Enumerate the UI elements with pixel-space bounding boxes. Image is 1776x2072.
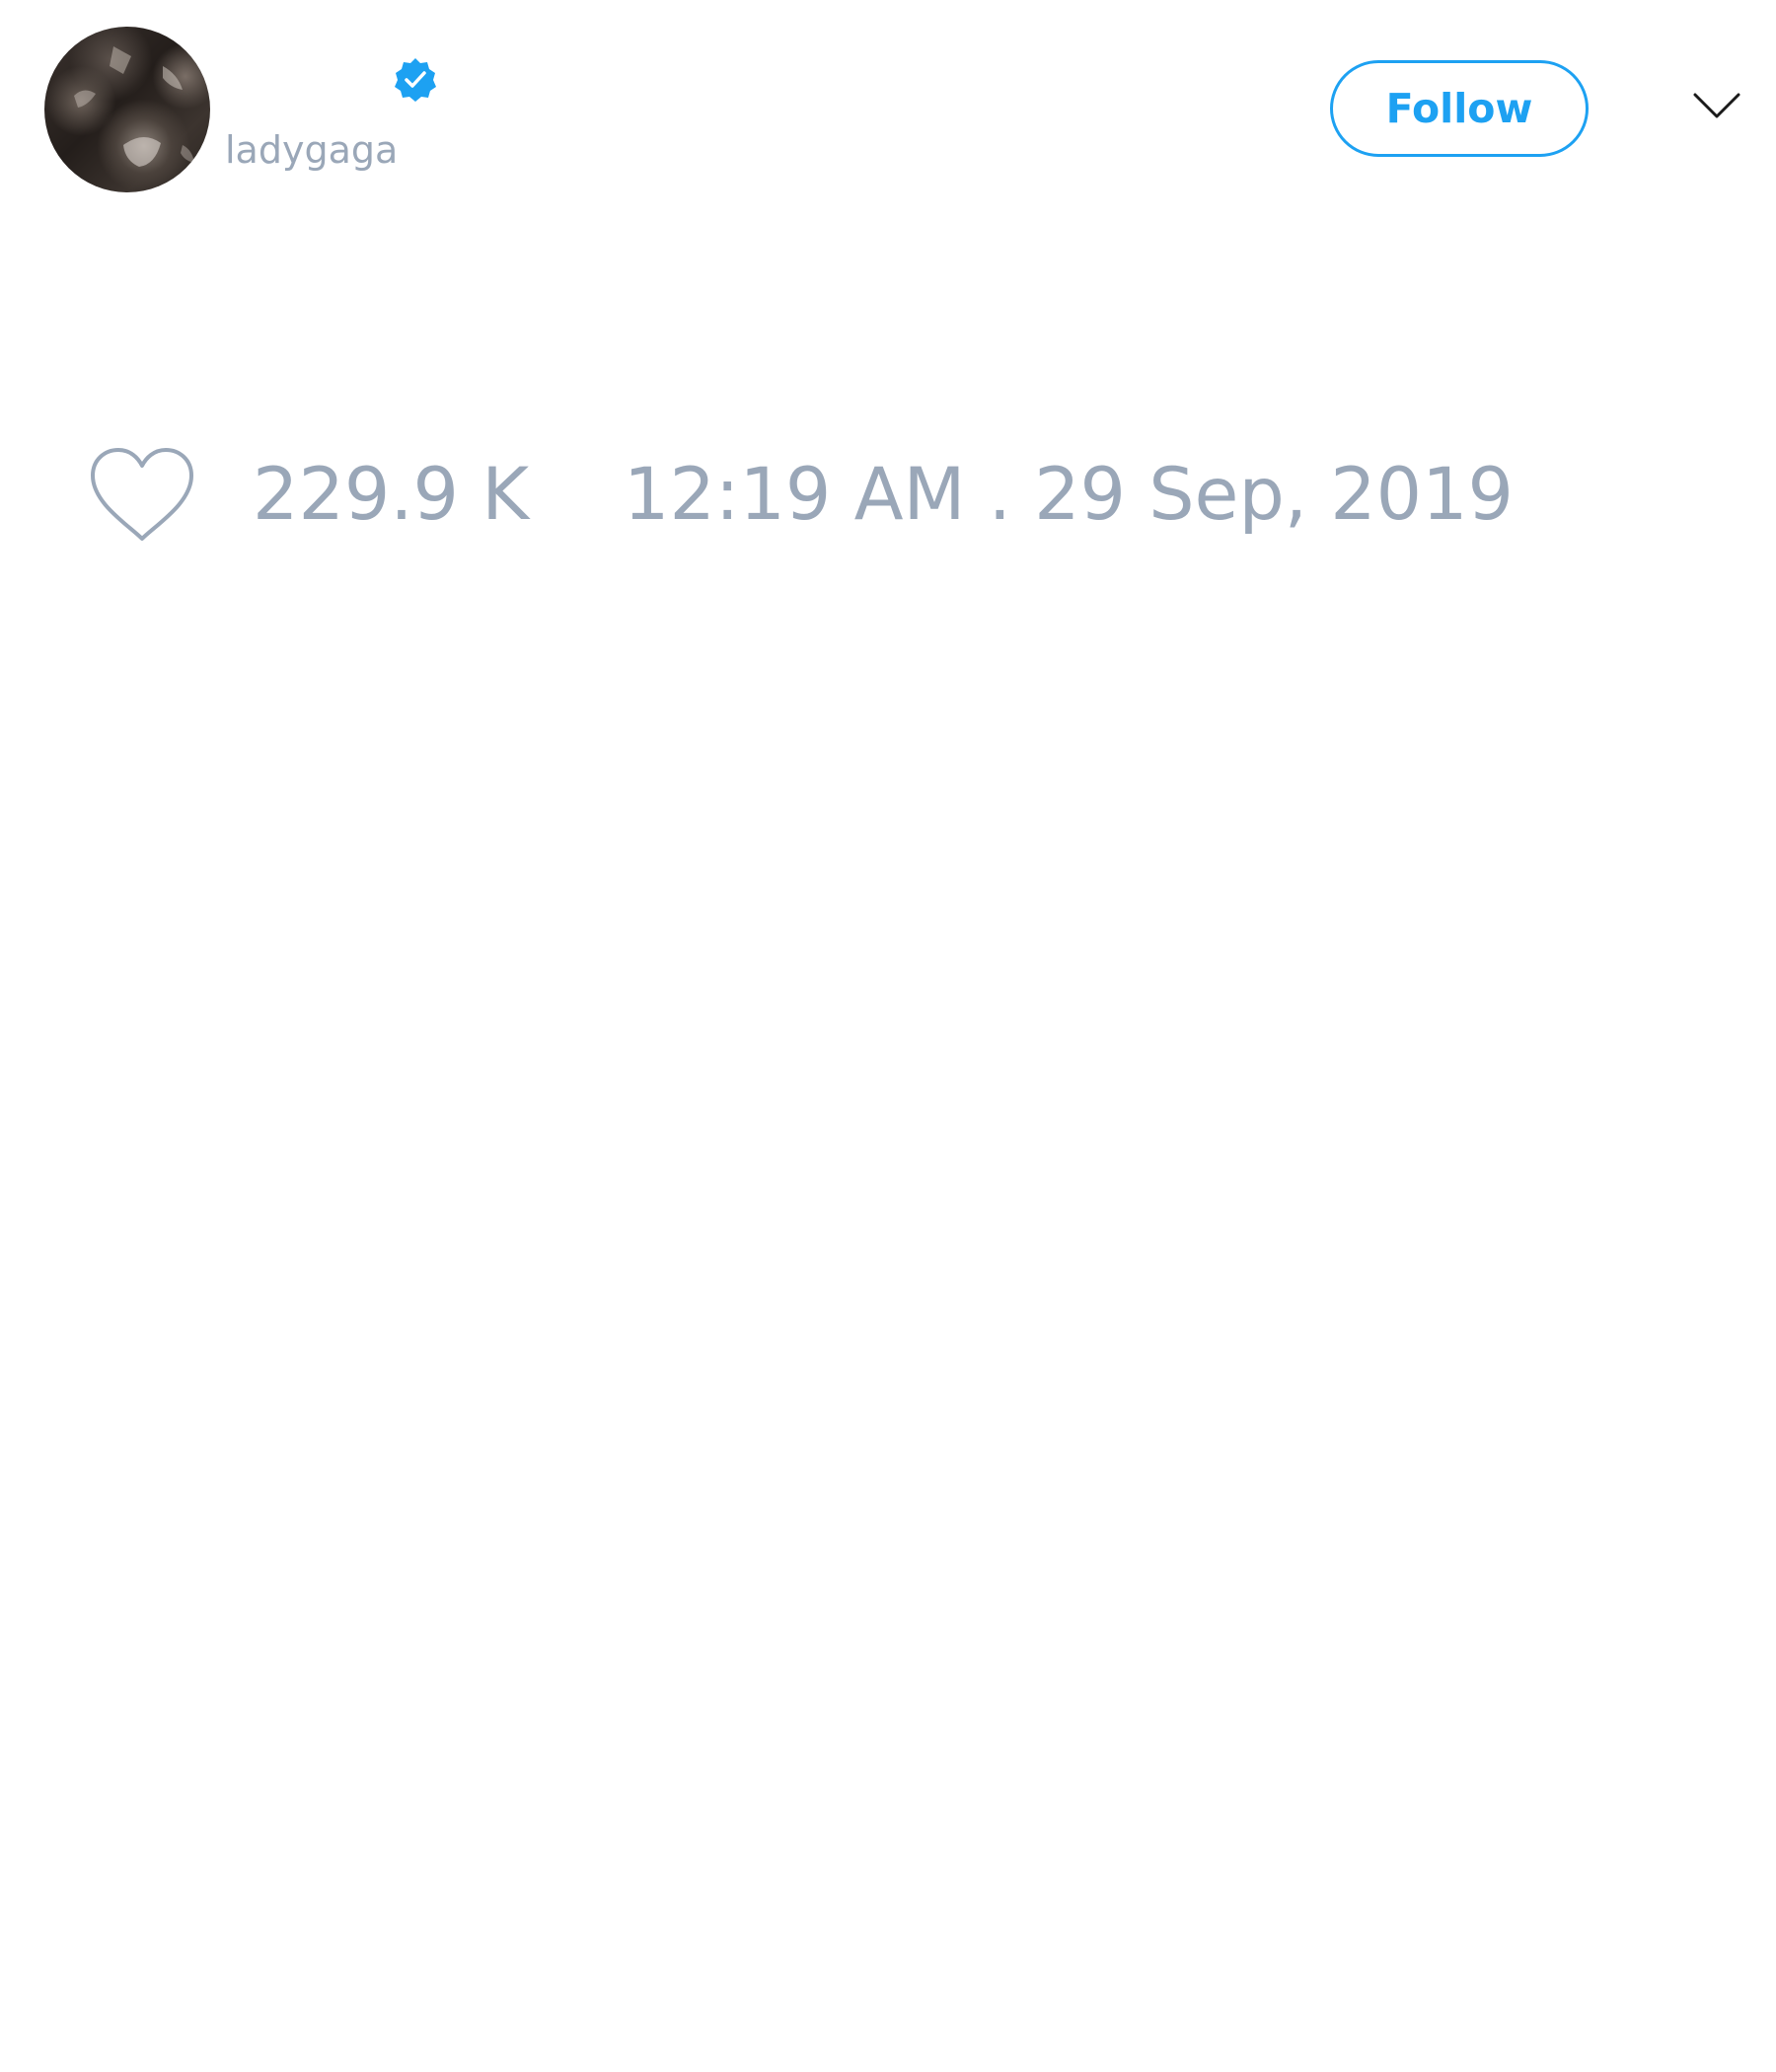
chevron-down-icon[interactable] [1693, 91, 1740, 120]
heart-icon[interactable] [89, 446, 195, 545]
like-count: 229.9 K [253, 453, 530, 537]
avatar-photo [74, 46, 194, 167]
avatar[interactable] [44, 27, 210, 192]
tweet-timestamp[interactable]: 12:19 AM . 29 Sep, 2019 [624, 452, 1514, 539]
follow-button[interactable]: Follow [1330, 60, 1589, 157]
user-handle[interactable]: ladygaga [225, 126, 398, 174]
verified-badge-icon [395, 58, 436, 102]
